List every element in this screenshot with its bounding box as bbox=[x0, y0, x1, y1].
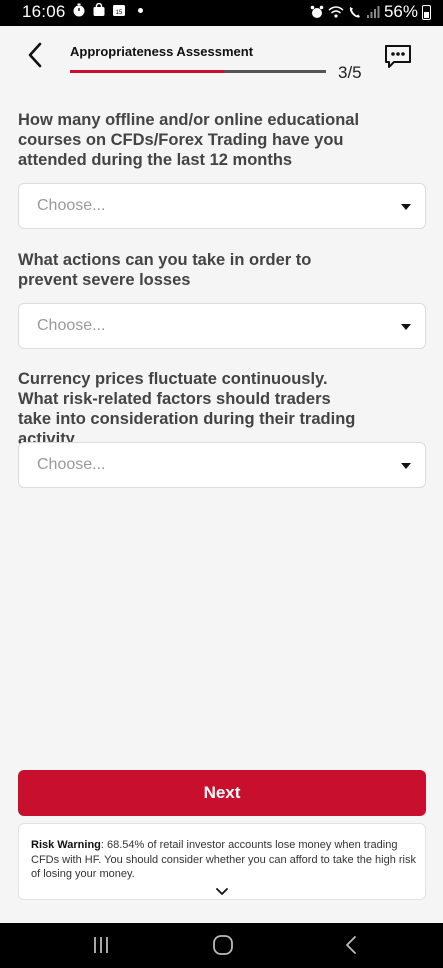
chat-button[interactable] bbox=[384, 44, 412, 70]
home-button[interactable] bbox=[210, 933, 236, 957]
caret-down-icon bbox=[401, 463, 411, 469]
caret-down-icon bbox=[401, 324, 411, 330]
back-button[interactable] bbox=[20, 40, 50, 70]
question-3-select[interactable]: Choose... bbox=[18, 442, 426, 488]
battery-icon bbox=[422, 4, 431, 20]
call-icon bbox=[349, 7, 360, 18]
signal-icon bbox=[366, 6, 380, 18]
status-time: 16:06 bbox=[22, 2, 66, 21]
status-bar: 16:06 15 56% bbox=[0, 0, 443, 26]
expand-risk-warning-button[interactable] bbox=[215, 884, 229, 895]
progress-bar bbox=[70, 70, 326, 73]
status-right-icons: 56% bbox=[310, 2, 431, 22]
calendar-icon: 15 bbox=[113, 5, 125, 16]
select-placeholder: Choose... bbox=[37, 456, 106, 473]
risk-warning-box: Risk Warning: 68.54% of retail investor … bbox=[18, 823, 426, 900]
chevron-down-icon bbox=[216, 888, 228, 895]
question-1-select[interactable]: Choose... bbox=[18, 183, 426, 229]
caret-down-icon bbox=[401, 204, 411, 210]
risk-warning-label: Risk Warning bbox=[31, 839, 101, 851]
select-placeholder: Choose... bbox=[37, 197, 106, 214]
svg-text:15: 15 bbox=[116, 10, 123, 16]
question-2-text: What actions can you take in order to pr… bbox=[18, 251, 312, 289]
home-icon bbox=[213, 935, 233, 955]
recent-apps-button[interactable] bbox=[88, 933, 114, 957]
screen: 16:06 15 56% Appropriateness Assessment … bbox=[0, 0, 443, 968]
question-3-text: Currency prices fluctuate continuously. … bbox=[18, 370, 356, 448]
system-nav-bar bbox=[0, 923, 443, 968]
back-nav-icon bbox=[346, 936, 356, 954]
risk-warning-text: Risk Warning: 68.54% of retail investor … bbox=[31, 838, 419, 882]
recent-apps-icon bbox=[94, 937, 108, 953]
page-title: Appropriateness Assessment bbox=[70, 44, 254, 59]
progress-fill bbox=[70, 70, 224, 73]
chat-icon bbox=[385, 45, 411, 68]
question-1-text: How many offline and/or online education… bbox=[18, 111, 360, 169]
alarm-icon bbox=[310, 5, 324, 18]
bag-icon bbox=[93, 3, 105, 16]
select-placeholder: Choose... bbox=[37, 317, 106, 334]
next-button[interactable]: Next bbox=[18, 770, 426, 816]
back-nav-button[interactable] bbox=[338, 933, 364, 957]
question-2-select[interactable]: Choose... bbox=[18, 303, 426, 349]
header: Appropriateness Assessment 3/5 bbox=[0, 26, 443, 96]
dot-icon bbox=[138, 7, 143, 13]
chevron-left-icon bbox=[28, 42, 42, 68]
wifi-icon bbox=[328, 6, 344, 18]
battery-level: 56% bbox=[383, 2, 418, 21]
step-counter: 3/5 bbox=[338, 63, 362, 82]
status-left-icons: 15 bbox=[72, 3, 143, 17]
timer-icon bbox=[73, 3, 85, 17]
